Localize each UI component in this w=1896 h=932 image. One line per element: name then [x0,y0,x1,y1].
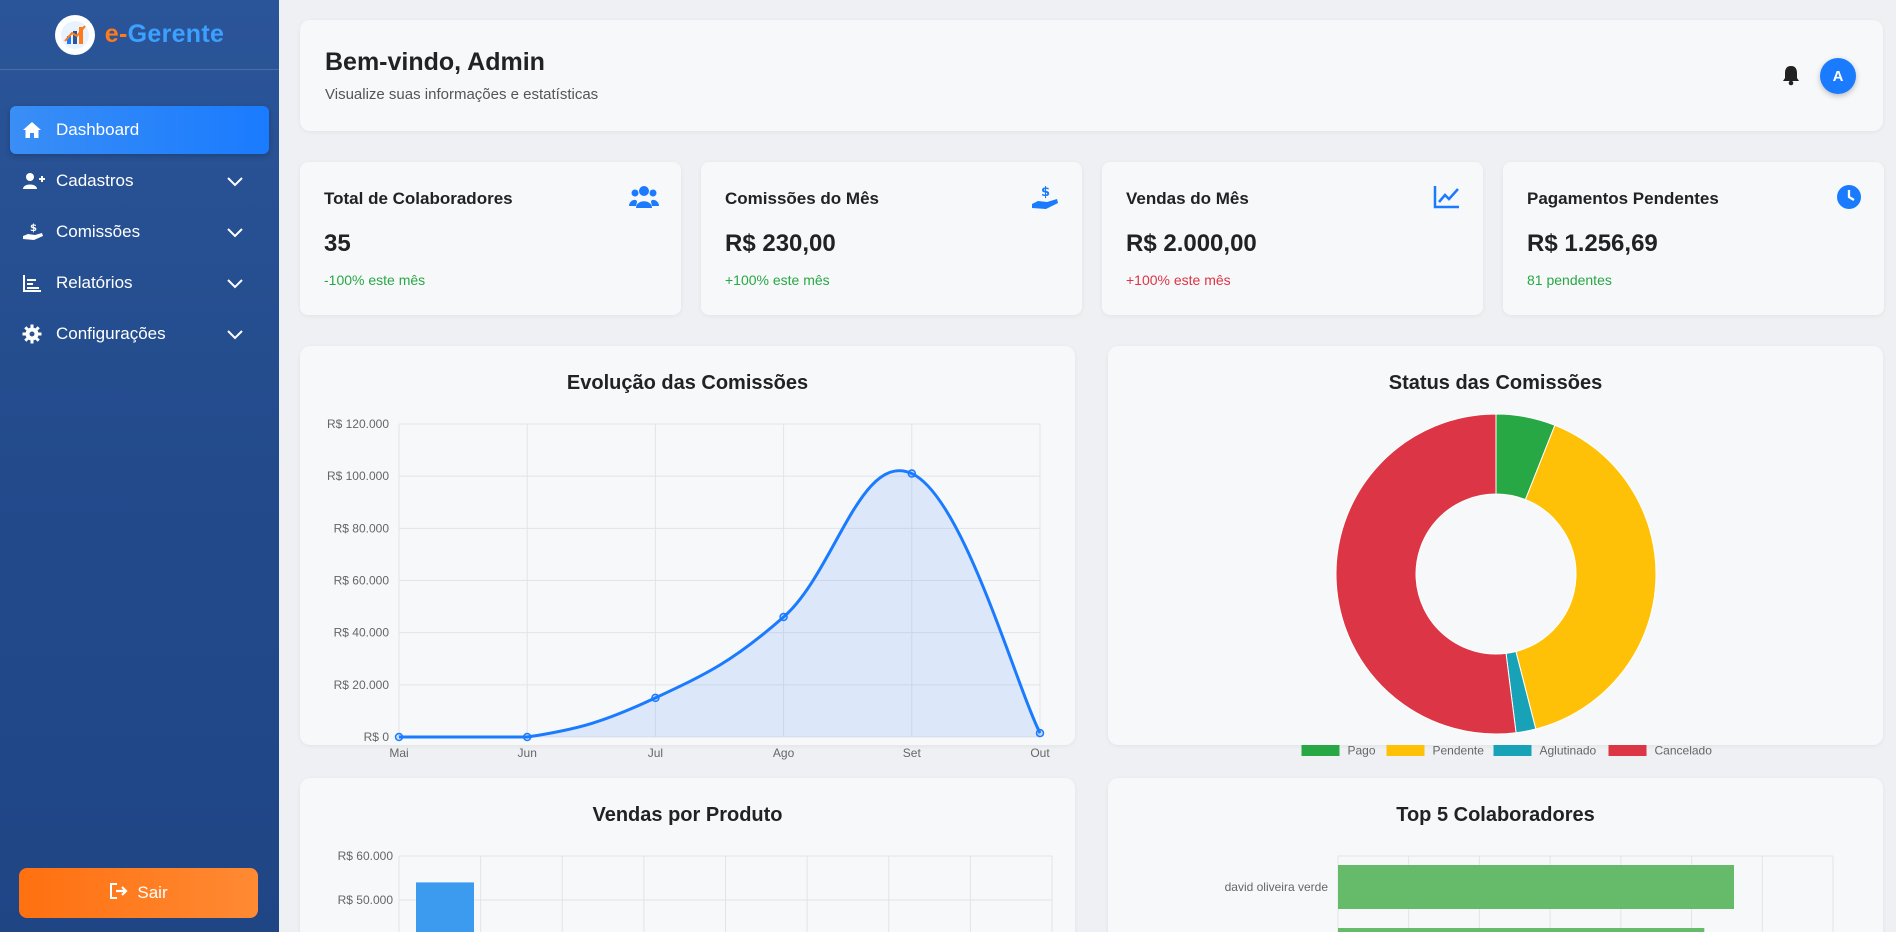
y-tick-label: R$ 100.000 [327,469,389,483]
chevron-down-icon[interactable] [227,325,243,345]
sidebar-item-configuracoes[interactable]: Configurações [10,310,269,358]
sidebar-item-label: Dashboard [56,120,140,139]
line-chart-icon [1433,184,1461,215]
stat-card-value: R$ 2.000,00 [1126,230,1257,257]
data-point [522,732,532,742]
legend-swatch [1386,745,1425,756]
y-tick-label: david oliveira verde [1225,880,1329,894]
brand-name: e-Gerente [105,20,224,49]
y-tick-label: R$ 80.000 [334,521,390,535]
stat-card-title: Total de Colaboradores [324,189,513,208]
bar [1338,928,1705,932]
stat-card-title: Comissões do Mês [725,189,879,208]
stat-card-vendas: Vendas do Mês R$ 2.000,00 +100% este mês [1102,162,1483,315]
top-collaborators-chart: david oliveira verde [1225,855,1834,932]
chevron-down-icon[interactable] [227,274,243,294]
sidebar-item-label: Relatórios [56,273,133,292]
y-tick-label: R$ 50.000 [338,893,394,907]
stat-card-title: Vendas do Mês [1126,189,1249,208]
y-tick-label: R$ 40.000 [334,626,390,640]
y-tick-label: R$ 60.000 [334,574,390,588]
hand-dollar-icon: $ [22,221,48,243]
y-tick-label: R$ 120.000 [327,417,389,431]
data-point [907,469,917,478]
stat-card-comissoes: Comissões do Mês R$ 230,00 +100% este mê… [701,162,1082,315]
sidebar-item-relatorios[interactable]: Relatórios [10,259,269,307]
hand-dollar-icon: $ [1030,184,1060,217]
logout-label: Sair [137,883,168,902]
sidebar: e-Gerente Dashboard Cadastros $ Comissõe… [0,0,279,932]
page-title: Bem-vindo, Admin [325,48,545,76]
data-point [1035,728,1045,738]
logout-icon [109,882,129,905]
bar [416,882,474,932]
legend-swatch [1608,745,1647,756]
legend-label: Aglutinado [1540,744,1597,758]
chevron-down-icon[interactable] [227,172,243,192]
stat-card-value: R$ 1.256,69 [1527,230,1658,257]
stat-card-value: R$ 230,00 [725,230,836,257]
users-icon [629,184,659,215]
bar [1338,865,1734,909]
legend-swatch [1493,745,1532,756]
data-point [779,612,788,622]
commission-status-chart: Pago Pendente Aglutinado Cancelado [1301,413,1713,758]
chevron-down-icon[interactable] [227,223,243,243]
sidebar-nav: Dashboard Cadastros $ Comissões Relatóri… [0,106,279,358]
legend-label: Pendente [1433,744,1485,758]
legend-label: Pago [1348,744,1376,758]
commission-evolution-chart: R$ 0 R$ 20.000 R$ 40.000 R$ 60.000 R$ 80.000… [327,417,1050,760]
chart-bars-icon [22,272,48,294]
brand-name-text: Gerente [127,20,225,48]
x-tick-label: Jun [518,746,537,760]
x-tick-label: Ago [773,746,795,760]
area-fill [399,470,1040,737]
stat-card-sub: +100% este mês [725,272,830,288]
brand[interactable]: e-Gerente [0,0,279,70]
clock-icon [1836,184,1862,215]
pie-slice [1515,424,1657,730]
page-subtitle: Visualize suas informações e estatística… [325,86,599,103]
x-tick-label: Out [1030,746,1050,760]
y-tick-label: R$ 20.000 [334,678,390,692]
y-tick-label: R$ 0 [364,730,390,744]
stat-card-sub: +100% este mês [1126,272,1231,288]
page-header: Bem-vindo, Admin Visualize suas informaç… [300,20,1883,131]
stat-card-colaboradores: Total de Colaboradores 35 -100% este mês [300,162,681,315]
sidebar-item-dashboard[interactable]: Dashboard [10,106,269,154]
logout-button[interactable]: Sair [19,868,258,918]
gear-icon [22,323,48,345]
svg-text:$: $ [1041,185,1050,200]
sidebar-item-label: Configurações [56,324,166,343]
stat-card-title: Pagamentos Pendentes [1527,189,1719,208]
home-icon [22,119,48,141]
sidebar-item-label: Cadastros [56,171,134,190]
legend-label: Cancelado [1655,744,1713,758]
sidebar-item-cadastros[interactable]: Cadastros [10,157,269,205]
stat-card-value: 35 [324,230,351,257]
sales-by-product-chart: R$ 60.000 R$ 50.000 [338,849,1053,932]
brand-logo-icon [54,14,95,55]
legend-swatch [1301,745,1340,756]
stat-card-pagamentos: Pagamentos Pendentes R$ 1.256,69 81 pend… [1503,162,1884,315]
stat-card-sub: 81 pendentes [1527,272,1612,288]
x-tick-label: Set [903,746,922,760]
data-point [651,693,660,703]
avatar[interactable]: A [1820,58,1856,94]
y-tick-label: R$ 60.000 [338,849,394,863]
svg-text:$: $ [30,223,37,234]
data-point [394,732,404,742]
x-tick-label: Jul [648,746,663,760]
bell-icon[interactable] [1781,64,1801,91]
brand-prefix: e- [104,20,128,48]
sidebar-item-comissoes[interactable]: $ Comissões [10,208,269,256]
x-tick-label: Mai [389,746,408,760]
user-plus-icon [22,170,48,192]
sidebar-item-label: Comissões [56,222,141,241]
stat-card-sub: -100% este mês [324,272,426,288]
pie-slice [1335,413,1517,735]
